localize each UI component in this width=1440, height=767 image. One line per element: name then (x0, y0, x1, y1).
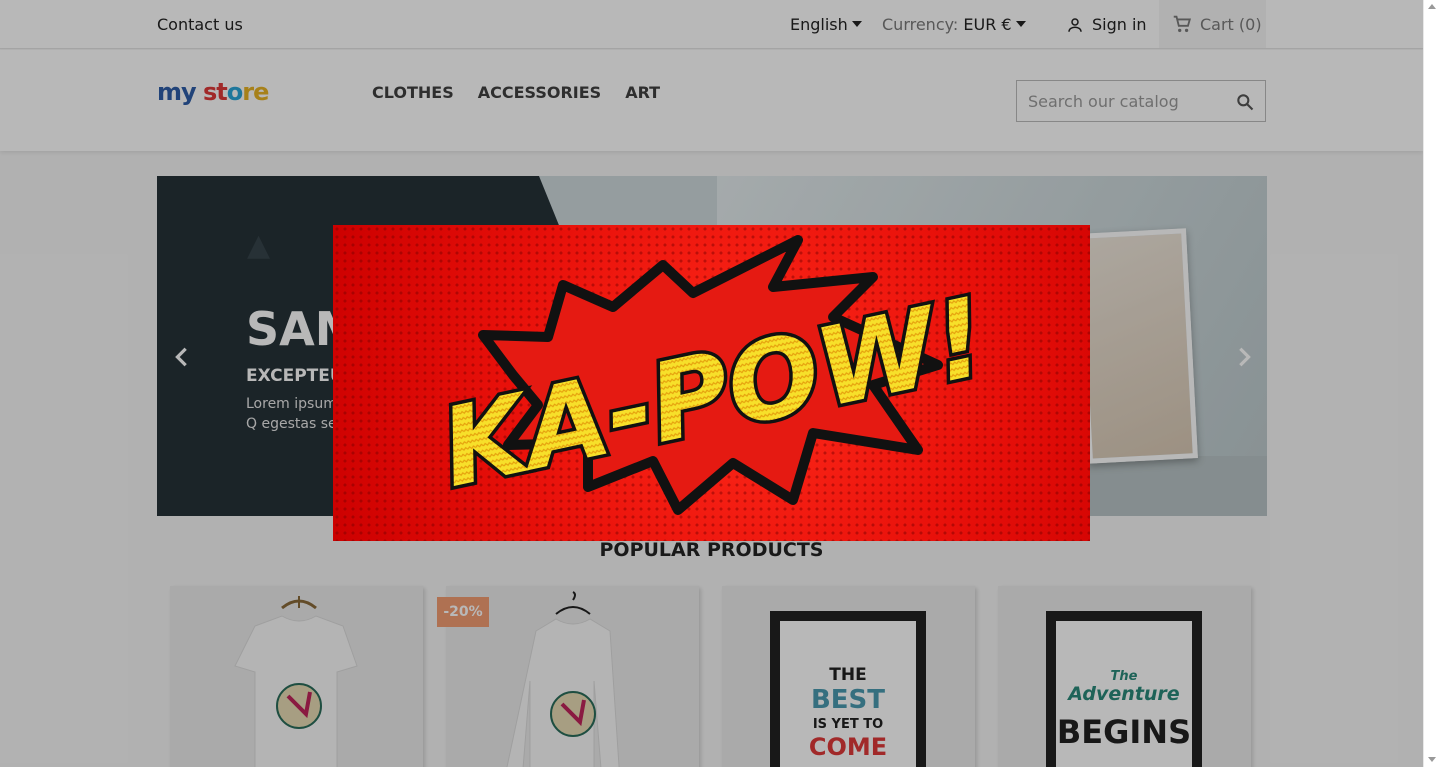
page-scrollbar[interactable] (1423, 0, 1440, 767)
kapow-burst-icon: KA-POW! (428, 235, 1000, 515)
scroll-down-icon[interactable] (1428, 757, 1436, 762)
promo-popup[interactable]: KA-POW! (333, 225, 1090, 541)
scroll-up-icon[interactable] (1428, 4, 1436, 9)
